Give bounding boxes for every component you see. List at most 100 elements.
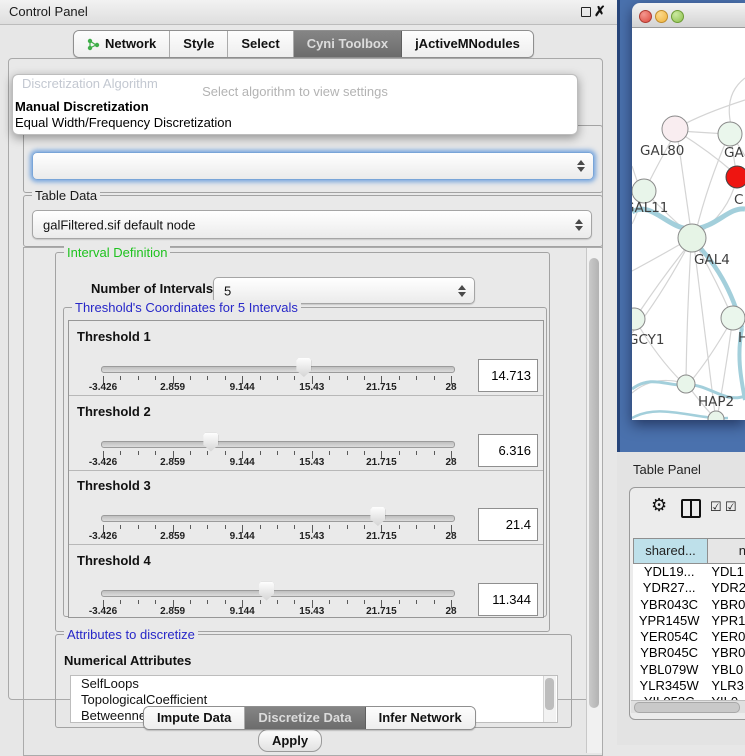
- slider-tick: [120, 451, 121, 455]
- network-node-ga[interactable]: [718, 122, 742, 146]
- tab-jactivemnodules[interactable]: jActiveMNodules: [402, 31, 533, 57]
- close-traffic-light-icon[interactable]: [639, 10, 652, 23]
- split-table-icon[interactable]: [681, 499, 701, 518]
- tab-select[interactable]: Select: [228, 31, 293, 57]
- name-cell[interactable]: YBL0: [705, 662, 745, 678]
- threshold-row: Threshold 1 -3.4262.8599.14415.4321.7152…: [69, 321, 543, 396]
- name-cell[interactable]: YBR0: [705, 645, 745, 661]
- slider-tick: [190, 525, 191, 529]
- tab-cyni-toolbox[interactable]: Cyni Toolbox: [294, 31, 402, 57]
- slider-tick: [138, 376, 139, 380]
- tab-network[interactable]: Network: [74, 31, 170, 57]
- float-window-icon[interactable]: [581, 7, 591, 17]
- shared-name-cell[interactable]: YBR043C: [633, 597, 705, 613]
- network-window-titlebar[interactable]: [632, 3, 745, 28]
- popup-option-equal-width-frequency[interactable]: Equal Width/Frequency Discretization: [15, 115, 232, 130]
- network-node[interactable]: [708, 411, 724, 420]
- tab-style[interactable]: Style: [170, 31, 228, 57]
- main-vertical-scrollbar[interactable]: [586, 248, 602, 753]
- tab-infer-network[interactable]: Infer Network: [366, 707, 475, 729]
- table-body: YDL19...YDL1YDR27...YDR2YBR043CYBR0YPR14…: [633, 564, 745, 711]
- threshold-slider-thumb[interactable]: [259, 582, 274, 601]
- slider-tick: [155, 525, 156, 529]
- threshold-value-field[interactable]: 14.713: [478, 359, 538, 392]
- table-horizontal-scrollbar[interactable]: [631, 700, 745, 713]
- shared-name-cell[interactable]: YDR27...: [633, 580, 705, 596]
- slider-tick: [347, 600, 348, 604]
- name-cell[interactable]: YLR3: [705, 678, 745, 694]
- threshold-slider-track[interactable]: [101, 366, 455, 373]
- shared-name-cell[interactable]: YER054C: [633, 629, 705, 645]
- threshold-slider-thumb[interactable]: [370, 507, 385, 526]
- shared-name-cell[interactable]: YPR145W: [633, 613, 705, 629]
- table-row[interactable]: YBL079WYBL0: [633, 662, 745, 678]
- table-row[interactable]: YPR145WYPR1: [633, 613, 745, 629]
- threshold-slider-thumb[interactable]: [203, 433, 218, 452]
- slider-tick: [399, 376, 400, 380]
- tab-impute-data[interactable]: Impute Data: [144, 707, 245, 729]
- zoom-traffic-light-icon[interactable]: [671, 10, 684, 23]
- popup-option-manual-discretization[interactable]: Manual Discretization: [15, 99, 149, 114]
- slider-tick: [190, 600, 191, 604]
- slider-tick-label: 15.43: [299, 606, 324, 617]
- minimize-traffic-light-icon[interactable]: [655, 10, 668, 23]
- thresholds-container: Threshold 1 -3.4262.8599.14415.4321.7152…: [68, 320, 544, 618]
- threshold-label: Threshold 3: [77, 478, 151, 493]
- network-node-gal80[interactable]: [662, 116, 688, 142]
- scrollbar-thumb[interactable]: [634, 702, 740, 713]
- threshold-value-field[interactable]: 6.316: [478, 434, 538, 467]
- table-row[interactable]: YER054CYER0: [633, 629, 745, 645]
- name-cell[interactable]: YPR1: [705, 613, 745, 629]
- network-canvas[interactable]: GAL80GACGAL11GAL4GCY1HHAP2: [632, 28, 745, 420]
- close-icon[interactable]: ✗: [594, 3, 606, 20]
- scrollbar-thumb[interactable]: [589, 258, 599, 708]
- name-cell[interactable]: YBR0: [705, 597, 745, 613]
- discretization-algorithm-group: Discretization Algorithm: [23, 125, 603, 193]
- network-node-gal4[interactable]: [678, 224, 706, 252]
- table-row[interactable]: YDL19...YDL1: [633, 564, 745, 580]
- attribute-item[interactable]: SelfLoops: [71, 676, 557, 692]
- name-cell[interactable]: YDR2: [705, 580, 745, 596]
- gear-icon[interactable]: ⚙: [651, 495, 667, 516]
- tab-label: Style: [183, 31, 214, 57]
- attributes-scrollbar[interactable]: [543, 676, 556, 722]
- slider-tick-label: 21.715: [366, 531, 397, 542]
- slider-tick: [260, 525, 261, 529]
- shared-name-cell[interactable]: YDL19...: [633, 564, 705, 580]
- threshold-slider-track[interactable]: [101, 590, 455, 597]
- checkbox-icon[interactable]: ☑: [725, 499, 737, 515]
- shared-name-cell[interactable]: YBR045C: [633, 645, 705, 661]
- table-row[interactable]: YDR27...YDR2: [633, 580, 745, 596]
- threshold-slider-track[interactable]: [101, 515, 455, 522]
- slider-tick: [416, 451, 417, 455]
- name-cell[interactable]: YDL1: [705, 564, 745, 580]
- threshold-value-field[interactable]: 11.344: [478, 583, 538, 616]
- table-row[interactable]: YLR345WYLR3: [633, 678, 745, 694]
- scrollbar-thumb[interactable]: [545, 678, 554, 710]
- slider-tick: [260, 376, 261, 380]
- table-data-group: Table Data galFiltered.sif default node: [23, 195, 603, 247]
- checkbox-icon[interactable]: ☑: [710, 499, 722, 515]
- network-edge: [691, 323, 730, 381]
- table-data-combobox[interactable]: galFiltered.sif default node: [32, 210, 592, 239]
- threshold-value-field[interactable]: 21.4: [478, 508, 538, 541]
- column-header-shared-name[interactable]: shared...: [633, 538, 708, 564]
- threshold-slider-thumb[interactable]: [296, 358, 311, 377]
- slider-tick: [434, 525, 435, 529]
- network-node-h[interactable]: [721, 306, 745, 330]
- shared-name-cell[interactable]: YLR345W: [633, 678, 705, 694]
- network-node-c[interactable]: [726, 166, 745, 188]
- table-row[interactable]: YBR043CYBR0: [633, 597, 745, 613]
- shared-name-cell[interactable]: YBL079W: [633, 662, 705, 678]
- slider-tick: [434, 376, 435, 380]
- apply-button[interactable]: Apply: [258, 729, 322, 752]
- tab-discretize-data[interactable]: Discretize Data: [245, 707, 365, 729]
- table-panel: Table Panel ⚙ ☑ ☑ shared... name YDL19..…: [617, 452, 745, 745]
- network-node-hap2[interactable]: [677, 375, 695, 393]
- name-cell[interactable]: YER0: [705, 629, 745, 645]
- threshold-slider-track[interactable]: [101, 441, 455, 448]
- column-header-name[interactable]: name: [708, 538, 745, 564]
- table-row[interactable]: YBR045CYBR0: [633, 645, 745, 661]
- algorithm-combobox[interactable]: [32, 152, 594, 180]
- network-node-gcy1[interactable]: [632, 308, 645, 330]
